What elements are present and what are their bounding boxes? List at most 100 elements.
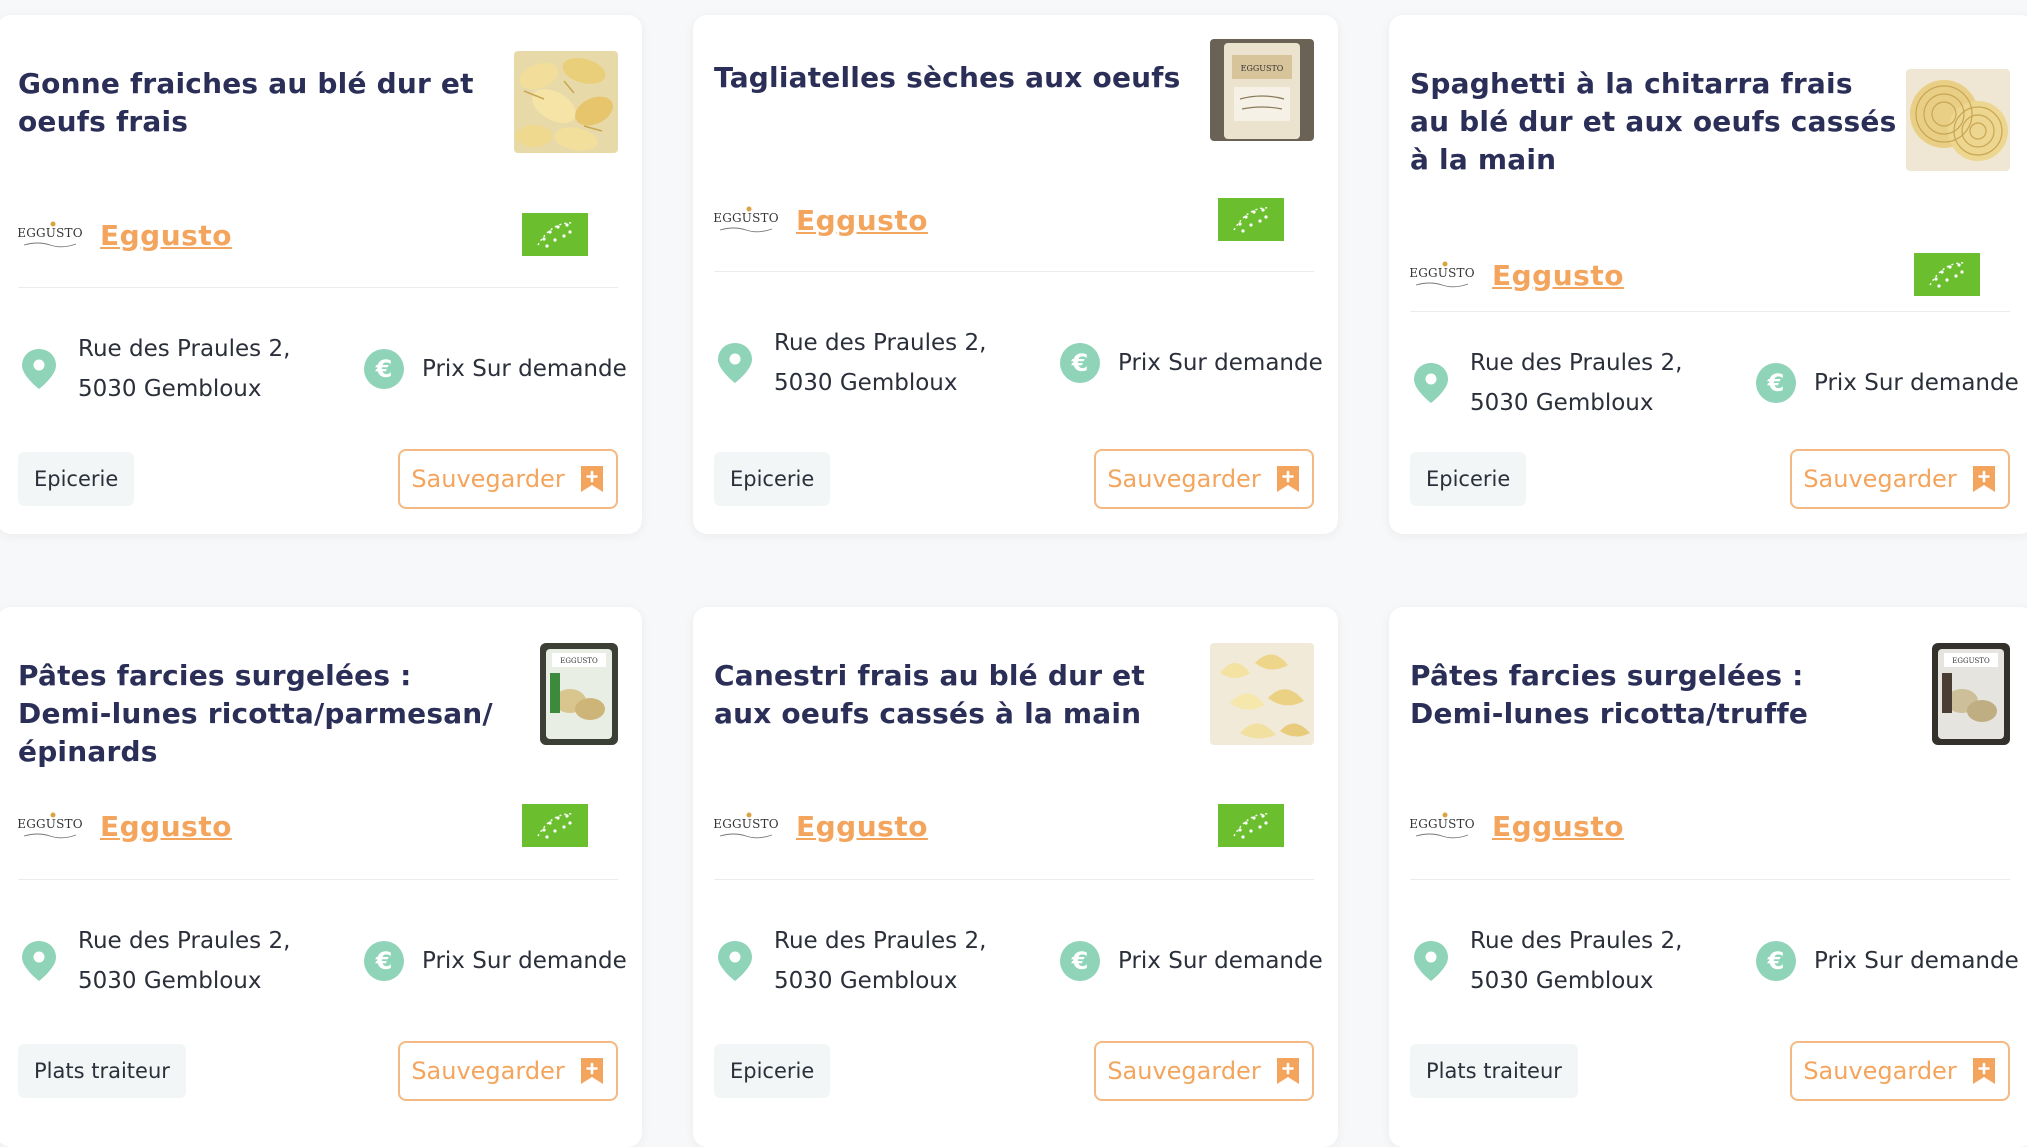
producer-link[interactable]: Eggusto	[1492, 259, 1624, 292]
address-line2: 5030 Gembloux	[78, 376, 262, 402]
producer: Eggusto	[714, 809, 928, 843]
product-title[interactable]: Canestri frais au blé dur et aux oeufs c…	[714, 657, 1204, 733]
eu-organic-logo-icon	[1218, 804, 1284, 847]
eu-organic-logo-icon	[1914, 253, 1980, 296]
svg-text:EGGUSTO: EGGUSTO	[1952, 657, 1990, 665]
eggusto-logo	[18, 218, 82, 252]
producer-link[interactable]: Eggusto	[796, 204, 928, 237]
category-tag[interactable]: Plats traiteur	[18, 1044, 186, 1098]
address-line2: 5030 Gembloux	[774, 968, 958, 994]
euro-icon: €	[1060, 343, 1100, 383]
bookmark-add-icon	[1971, 464, 1997, 494]
bookmark-add-icon	[1275, 464, 1301, 494]
euro-icon: €	[364, 349, 404, 389]
category-tag[interactable]: Epicerie	[1410, 452, 1527, 506]
save-label: Sauvegarder	[411, 465, 565, 493]
location-pin-icon	[1412, 939, 1450, 983]
bookmark-add-icon	[579, 1056, 605, 1086]
address-line1: Rue des Praules 2,	[1470, 350, 1683, 376]
euro-icon: €	[364, 941, 404, 981]
product-title[interactable]: Pâtes farcies surgelées : Demi-lunes ric…	[1410, 657, 1900, 733]
producer: Eggusto	[1410, 809, 1624, 843]
eu-organic-logo-icon	[522, 213, 588, 256]
save-button[interactable]: Sauvegarder	[1094, 449, 1314, 509]
price: Prix Sur demande	[422, 948, 627, 974]
producer-link[interactable]: Eggusto	[100, 219, 232, 252]
address-line1: Rue des Praules 2,	[78, 928, 291, 954]
save-button[interactable]: Sauvegarder	[1790, 449, 2010, 509]
save-button[interactable]: Sauvegarder	[398, 449, 618, 509]
divider	[1410, 879, 2010, 880]
divider	[1410, 311, 2010, 312]
product-card[interactable]: Tagliatelles sèches aux oeufs EGGUSTO Eg…	[693, 15, 1338, 534]
product-title[interactable]: Tagliatelles sèches aux oeufs	[714, 59, 1204, 97]
address-line1: Rue des Praules 2,	[1470, 928, 1683, 954]
divider	[18, 287, 618, 288]
location-pin-icon	[716, 939, 754, 983]
product-card[interactable]: Spaghetti à la chitarra frais au blé dur…	[1389, 15, 2027, 534]
eggusto-logo	[714, 203, 778, 237]
price: Prix Sur demande	[422, 356, 627, 382]
product-image[interactable]: EGGUSTO	[540, 643, 618, 745]
category-tag[interactable]: Epicerie	[714, 1044, 831, 1098]
location-pin-icon	[20, 939, 58, 983]
product-image[interactable]	[514, 51, 618, 153]
price: Prix Sur demande	[1814, 370, 2019, 396]
product-image[interactable]: EGGUSTO	[1932, 643, 2010, 745]
svg-text:EGGUSTO: EGGUSTO	[560, 657, 598, 665]
save-button[interactable]: Sauvegarder	[1790, 1041, 2010, 1101]
location-pin-icon	[20, 347, 58, 391]
euro-icon: €	[1060, 941, 1100, 981]
pasta-demi-lunes-pack-image: EGGUSTO	[540, 643, 618, 745]
price: Prix Sur demande	[1118, 948, 1323, 974]
pasta-gonne-image	[514, 51, 618, 153]
product-title[interactable]: Gonne fraiches au blé dur et oeufs frais	[18, 65, 508, 141]
eggusto-logo	[18, 809, 82, 843]
producer: Eggusto	[18, 218, 232, 252]
svg-text:EGGUSTO: EGGUSTO	[1241, 64, 1284, 73]
category-tag[interactable]: Epicerie	[714, 452, 831, 506]
pasta-demi-lunes-truffe-pack-image: EGGUSTO	[1932, 643, 2010, 745]
bookmark-add-icon	[1971, 1056, 1997, 1086]
address-line1: Rue des Praules 2,	[774, 330, 987, 356]
product-card[interactable]: Pâtes farcies surgelées : Demi-lunes ric…	[0, 607, 642, 1147]
eggusto-logo	[714, 809, 778, 843]
address-line1: Rue des Praules 2,	[774, 928, 987, 954]
producer: Eggusto	[1410, 258, 1624, 292]
product-title[interactable]: Spaghetti à la chitarra frais au blé dur…	[1410, 65, 1900, 179]
product-card[interactable]: Canestri frais au blé dur et aux oeufs c…	[693, 607, 1338, 1147]
product-card[interactable]: Pâtes farcies surgelées : Demi-lunes ric…	[1389, 607, 2027, 1147]
producer-link[interactable]: Eggusto	[1492, 810, 1624, 843]
save-label: Sauvegarder	[1107, 1057, 1261, 1085]
eggusto-logo	[1410, 809, 1474, 843]
address: Rue des Praules 2, 5030 Gembloux	[774, 921, 1014, 1001]
address-line2: 5030 Gembloux	[78, 968, 262, 994]
product-image[interactable]: EGGUSTO	[1210, 39, 1314, 141]
eggusto-logo	[1410, 258, 1474, 292]
euro-icon: €	[1756, 363, 1796, 403]
producer: Eggusto	[714, 203, 928, 237]
category-tag[interactable]: Plats traiteur	[1410, 1044, 1578, 1098]
producer-link[interactable]: Eggusto	[796, 810, 928, 843]
address-line2: 5030 Gembloux	[774, 370, 958, 396]
divider	[714, 879, 1314, 880]
product-title[interactable]: Pâtes farcies surgelées : Demi-lunes ric…	[18, 657, 508, 771]
eu-organic-logo-icon	[522, 804, 588, 847]
save-button[interactable]: Sauvegarder	[398, 1041, 618, 1101]
product-image[interactable]	[1906, 69, 2010, 171]
pasta-canestri-image	[1210, 643, 1314, 745]
price: Prix Sur demande	[1814, 948, 2019, 974]
product-image[interactable]	[1210, 643, 1314, 745]
divider	[18, 879, 618, 880]
category-tag[interactable]: Epicerie	[18, 452, 135, 506]
save-button[interactable]: Sauvegarder	[1094, 1041, 1314, 1101]
address-line1: Rue des Praules 2,	[78, 336, 291, 362]
location-pin-icon	[1412, 361, 1450, 405]
divider	[714, 271, 1314, 272]
euro-icon: €	[1756, 941, 1796, 981]
producer-link[interactable]: Eggusto	[100, 810, 232, 843]
location-pin-icon	[716, 341, 754, 385]
pasta-spaghetti-nests-image	[1906, 69, 2010, 171]
product-card[interactable]: Gonne fraiches au blé dur et oeufs frais…	[0, 15, 642, 534]
eu-organic-logo-icon	[1218, 198, 1284, 241]
